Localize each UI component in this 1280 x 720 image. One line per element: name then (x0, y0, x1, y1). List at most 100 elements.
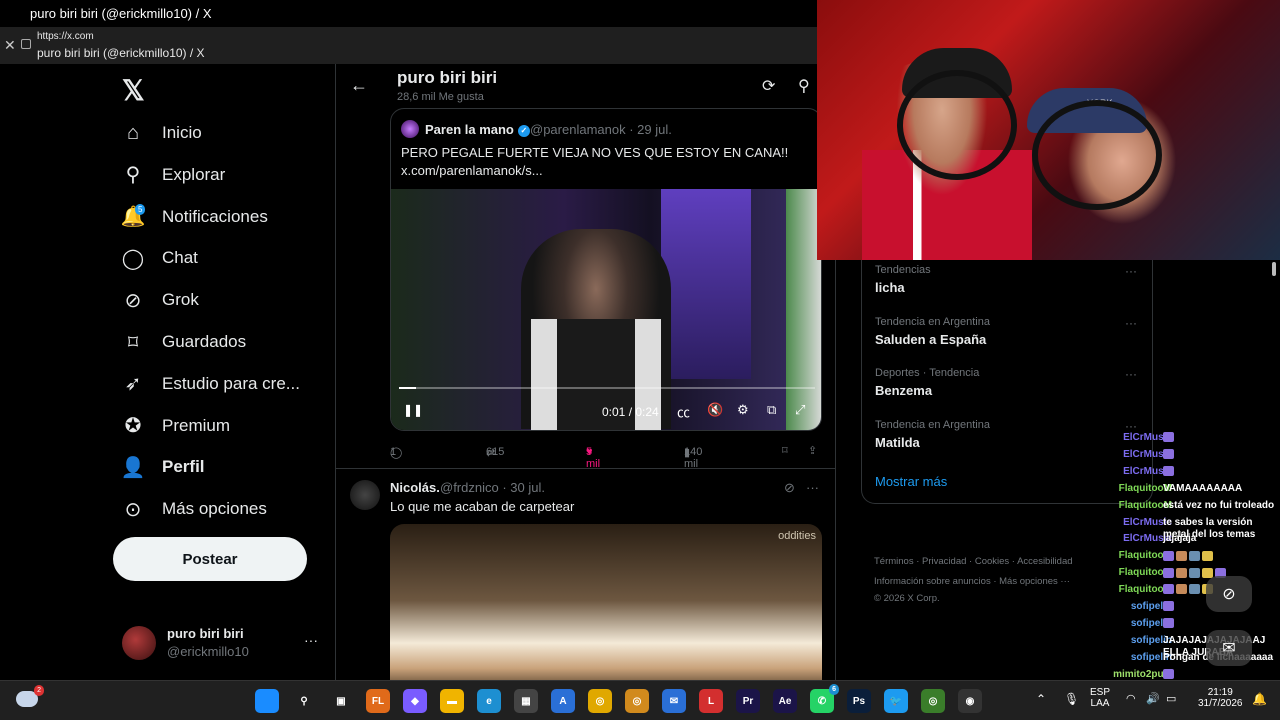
sidebar-item-label: Notificaciones (162, 206, 268, 226)
sidebar-item-notificaciones[interactable]: 🔔 5 Notificaciones (120, 196, 268, 238)
trend-name: Matilda (875, 434, 920, 450)
more-dots-icon[interactable]: ··· (1125, 316, 1137, 330)
chevron-up-icon[interactable]: ⌃ (1036, 692, 1046, 706)
video-player[interactable]: ❚❚ 0:01 / 0:24 ㏄ 🔇 ⚙ ⧉ ⤢ (391, 189, 821, 430)
chat-username: ElCrMusic (1123, 465, 1172, 477)
grok-icon[interactable]: ⊘ (784, 480, 795, 496)
bell-icon: 🔔 5 (120, 203, 146, 229)
language-indicator[interactable]: ESP LAA (1090, 687, 1110, 709)
video-progress-bar[interactable] (399, 387, 815, 389)
messages-fab-icon[interactable]: ✉ (1206, 630, 1252, 666)
chat-username: FlaquitooM (1118, 499, 1172, 511)
chat-text: está vez no fui troleado (1163, 499, 1275, 511)
tweet-media[interactable]: oddities (390, 524, 822, 680)
store-icon[interactable]: ▦ (514, 689, 538, 713)
more-dots-icon[interactable]: ··· (1125, 367, 1137, 381)
scrollbar-thumb[interactable] (1272, 262, 1276, 276)
pause-icon[interactable]: ❚❚ (403, 403, 423, 417)
wifi-icon[interactable]: ◠ (1126, 692, 1136, 705)
photoshop-icon[interactable]: Ps (847, 689, 871, 713)
sidebar-item-más-opciones[interactable]: ⊙ Más opciones (120, 488, 267, 530)
sidebar-item-premium[interactable]: ✪ Premium (120, 405, 230, 447)
file-explorer-icon[interactable]: ▬ (440, 689, 464, 713)
sidebar-item-label: Grok (162, 290, 199, 310)
share-icon[interactable]: ⇪ (808, 444, 817, 457)
trend-item[interactable]: Tendencia en Argentina Saluden a España ··… (875, 316, 1137, 347)
address-bar[interactable]: ✕ https://x.com puro biri biri (@erickmi… (0, 27, 817, 64)
settings-icon[interactable]: ⚙ (737, 402, 749, 418)
copilot-icon[interactable]: ◆ (403, 689, 427, 713)
post-button[interactable]: Postear (113, 537, 307, 581)
mute-icon[interactable]: 🔇 (707, 402, 723, 418)
tweet-author[interactable]: Nicolás. (390, 480, 440, 495)
footer-links[interactable]: Términos · Privacidad · Cookies · Accesi… (874, 556, 1073, 567)
fl-studio-icon[interactable]: FL (366, 689, 390, 713)
url-text[interactable]: https://x.com (37, 31, 94, 42)
chat-username: ElCrMusic (1123, 533, 1172, 545)
chat-text: VAMAAAAAAAA (1163, 482, 1243, 494)
chrome-canary-icon[interactable]: ◎ (625, 689, 649, 713)
more-dots-icon[interactable]: ··· (1125, 419, 1137, 433)
premiere-icon[interactable]: Pr (736, 689, 760, 713)
chrome-icon-2[interactable]: ◎ (921, 689, 945, 713)
sidebar-item-perfil[interactable]: 👤 Perfil (120, 446, 205, 488)
battery-icon[interactable]: ▭ (1166, 692, 1176, 705)
search-icon[interactable]: ⚲ (292, 689, 316, 713)
grok-icon: ⊘ (124, 289, 142, 312)
weather-icon[interactable]: 2 (16, 685, 44, 707)
trend-item[interactable]: Tendencia en Argentina Matilda ··· (875, 419, 1137, 450)
more-dots-icon[interactable]: ··· (1125, 264, 1137, 278)
sidebar-item-grok[interactable]: ⊘ Grok (120, 279, 199, 321)
pip-icon[interactable]: ⧉ (767, 402, 776, 418)
sidebar-item-explorar[interactable]: ⚲ Explorar (120, 154, 226, 196)
close-icon[interactable]: ✕ (4, 37, 16, 54)
volume-icon[interactable]: 🔊 (1146, 692, 1160, 705)
footer-links[interactable]: Información sobre anuncios · Más opcione… (874, 576, 1070, 587)
sidebar-item-inicio[interactable]: ⌂ Inicio (120, 112, 202, 154)
mail-icon[interactable]: ✉ (662, 689, 686, 713)
chat-text (1163, 550, 1278, 562)
vector-icon[interactable]: A (551, 689, 575, 713)
clock[interactable]: 21:19 31/7/2026 (1198, 687, 1243, 709)
window-title-bar: puro biri biri (@erickmillo10) / X (0, 0, 817, 27)
trend-item[interactable]: Tendencias licha ··· (875, 264, 1137, 295)
chat-text (1163, 668, 1278, 681)
captions-icon[interactable]: ㏄ (677, 402, 690, 421)
sidebar-item-guardados[interactable]: ⌑ Guardados (120, 321, 246, 363)
after-effects-icon[interactable]: Ae (773, 689, 797, 713)
trend-item[interactable]: Deportes · Tendencia Benzema ··· (875, 367, 1137, 398)
sidebar-item-chat[interactable]: ◯ Chat (120, 237, 198, 279)
x-logo-icon[interactable]: 𝕏 (122, 74, 145, 107)
bookmark-icon[interactable]: ⌑ (782, 444, 788, 457)
refresh-icon[interactable]: ⟳ (762, 76, 775, 96)
obs-icon[interactable]: ◉ (958, 689, 982, 713)
fullscreen-icon[interactable]: ⤢ (795, 402, 805, 418)
taskview-icon[interactable]: ▣ (329, 689, 353, 713)
grok-fab-icon[interactable]: ⊘ (1206, 576, 1252, 612)
twitter-icon[interactable]: 🐦 (884, 689, 908, 713)
microphone-icon[interactable]: 🎙 (1064, 692, 1079, 706)
windows-icon[interactable] (255, 689, 279, 713)
chat-username: ElCrMusic (1123, 516, 1172, 528)
chrome-icon[interactable]: ◎ (588, 689, 612, 713)
back-arrow-icon[interactable]: ← (350, 75, 368, 96)
more-dots-icon[interactable]: ··· (304, 632, 318, 648)
quoted-tweet[interactable]: Paren la mano ✓ @parenlamanok · 29 jul. P… (390, 108, 822, 431)
notifications-icon[interactable]: 🔔 (1252, 692, 1267, 706)
search-icon[interactable]: ⚲ (798, 76, 810, 96)
chat-username: sofipelin (1130, 634, 1172, 646)
account-switcher[interactable]: puro biri biri @erickmillo10 ··· (122, 624, 322, 664)
lastpass-icon[interactable]: L (699, 689, 723, 713)
quote-handle: @parenlamanok · 29 jul. (530, 122, 672, 137)
more-dots-icon[interactable]: ··· (806, 480, 819, 495)
tweet-handle[interactable]: @frdznico · 30 jul. (440, 480, 545, 495)
avatar[interactable] (350, 480, 380, 510)
whatsapp-icon[interactable]: ✆ 6 (810, 684, 839, 713)
show-more-link[interactable]: Mostrar más (875, 474, 947, 489)
quote-link[interactable]: x.com/parenlamanok/s... (401, 162, 811, 180)
search-icon: ⚲ (125, 164, 141, 187)
window-title: puro biri biri (@erickmillo10) / X (30, 6, 212, 21)
edge-icon[interactable]: e (477, 689, 501, 713)
divider (336, 468, 835, 469)
sidebar-item-estudio-para-cre-[interactable]: ➶ Estudio para cre... (120, 363, 300, 405)
